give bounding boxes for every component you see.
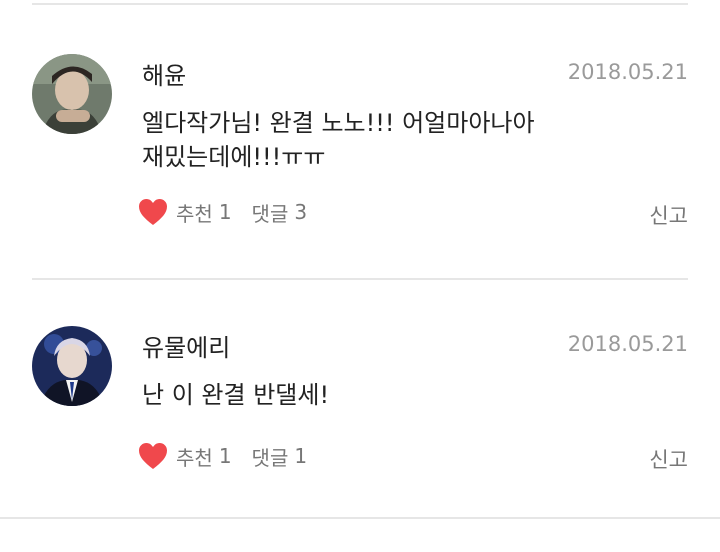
comment-body: 난 이 완결 반댈세! [142, 378, 662, 412]
reply-count: 3 [294, 200, 308, 224]
comment-actions: 추천 1 댓글 1 [138, 438, 307, 474]
reply-label[interactable]: 댓글 [252, 442, 289, 471]
user-avatar[interactable] [32, 326, 112, 406]
comment-body-line: 난 이 완결 반댈세! [142, 381, 330, 409]
heart-icon[interactable] [138, 198, 168, 226]
recommend-count: 1 [218, 444, 232, 468]
recommend-count: 1 [218, 200, 232, 224]
user-avatar[interactable] [32, 54, 112, 134]
username[interactable]: 해윤 [142, 56, 186, 91]
bottom-divider [0, 517, 720, 519]
comment-body-line: 엘다작가님! 완결 노노!!! 어얼마아나아 [142, 109, 535, 137]
report-button[interactable]: 신고 [649, 200, 688, 230]
reply-count: 1 [294, 444, 308, 468]
report-button[interactable]: 신고 [649, 444, 688, 474]
recommend-label[interactable]: 추천 [176, 198, 213, 227]
comment-divider [32, 278, 688, 280]
comment-body: 엘다작가님! 완결 노노!!! 어얼마아나아 재밌는데에!!!ㅠㅠ [142, 106, 662, 174]
comment-actions: 추천 1 댓글 3 [138, 194, 307, 230]
heart-icon[interactable] [138, 442, 168, 470]
recommend-label[interactable]: 추천 [176, 442, 213, 471]
comment-date: 2018.05.21 [567, 332, 688, 356]
comment-date: 2018.05.21 [567, 60, 688, 84]
comment-body-line: 재밌는데에!!!ㅠㅠ [142, 143, 326, 171]
comment-item: 해윤 2018.05.21 엘다작가님! 완결 노노!!! 어얼마아나아 재밌는… [0, 50, 720, 280]
username[interactable]: 유물에리 [142, 328, 230, 363]
top-divider [32, 3, 688, 5]
reply-label[interactable]: 댓글 [252, 198, 289, 227]
